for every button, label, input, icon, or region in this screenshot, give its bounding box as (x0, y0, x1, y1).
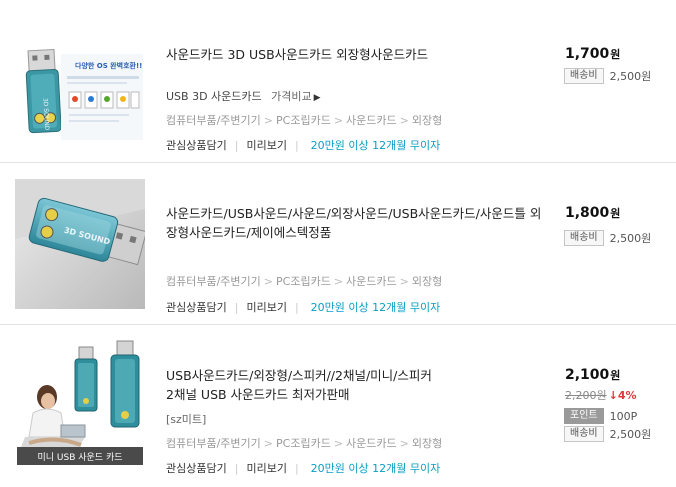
category-link[interactable]: 컴퓨터부품/주변기기 (166, 275, 261, 288)
shipping-info: 배송비 2,500원 (564, 426, 651, 442)
point-badge: 포인트 (564, 408, 604, 424)
product-item: 3D SOUND 다양한 OS 완벽호환!! 사운드카드 3D USB사운드카드… (0, 0, 676, 163)
model-name[interactable]: USB 3D 사운드카드 (166, 90, 262, 103)
category-path: 컴퓨터부품/주변기기 > PC조립카드 > 사운드카드 > 외장형 (166, 273, 442, 289)
chevron-right-icon: ▶ (313, 93, 321, 103)
discount-rate: ↓4% (608, 389, 637, 402)
product-item: 미니 USB 사운드 카드 USB사운드카드/외장형/스피커//2채널/미니/스… (0, 325, 676, 487)
original-price: 2,200원 ↓4% (565, 387, 637, 403)
category-link[interactable]: 컴퓨터부품/주변기기 (166, 437, 261, 450)
divider: | (294, 301, 299, 314)
product-title[interactable]: 사운드카드/USB사운드/사운드/외장사운드/USB사운드카드/사운드틀 외장형… (166, 204, 546, 242)
price: 1,800원 (565, 205, 621, 221)
thumb-headline: 다양한 OS 완벽호환!! (75, 61, 142, 70)
shipping-badge: 배송비 (564, 426, 604, 442)
product-title[interactable]: 사운드카드 3D USB사운드카드 외장형사운드카드 (166, 45, 546, 64)
product-thumbnail[interactable]: 미니 USB 사운드 카드 (15, 339, 145, 469)
category-link[interactable]: PC조립카드 (276, 114, 331, 127)
shipping-fee: 2,500원 (609, 232, 652, 245)
item-actions: 관심상품담기 | 미리보기 | 20만원 이상 12개월 무이자 (166, 137, 440, 153)
preview-button[interactable]: 미리보기 (246, 301, 286, 314)
chevron-right-icon: > (399, 275, 409, 288)
category-link[interactable]: 사운드카드 (346, 437, 397, 450)
category-link[interactable]: 외장형 (412, 114, 442, 127)
shipping-fee: 2,500원 (609, 70, 652, 83)
category-link[interactable]: 외장형 (412, 275, 442, 288)
category-path: 컴퓨터부품/주변기기 > PC조립카드 > 사운드카드 > 외장형 (166, 112, 442, 128)
category-link[interactable]: PC조립카드 (276, 437, 331, 450)
category-link[interactable]: 사운드카드 (346, 114, 397, 127)
chevron-right-icon: > (333, 437, 344, 450)
chevron-right-icon: > (263, 437, 274, 450)
category-link[interactable]: 사운드카드 (346, 275, 397, 288)
chevron-right-icon: > (333, 114, 344, 127)
divider: | (234, 462, 239, 475)
price: 1,700원 (565, 46, 621, 62)
product-title[interactable]: USB사운드카드/외장형/스피커//2채널/미니/스피커 2채널 USB 사운드… (166, 366, 546, 404)
os-logos (68, 91, 140, 109)
shipping-badge: 배송비 (564, 68, 604, 84)
divider: | (234, 301, 239, 314)
category-path: 컴퓨터부품/주변기기 > PC조립카드 > 사운드카드 > 외장형 (166, 435, 442, 451)
product-thumbnail[interactable]: 3D SOUND 다양한 OS 완벽호환!! (15, 18, 145, 148)
compare-link[interactable]: 가격비교 ▶ (271, 90, 320, 103)
installment-info: 20만원 이상 12개월 무이자 (310, 301, 441, 314)
shipping-badge: 배송비 (564, 230, 604, 246)
category-link[interactable]: PC조립카드 (276, 275, 331, 288)
thumb-caption: 미니 USB 사운드 카드 (37, 452, 122, 463)
chevron-right-icon: > (263, 275, 274, 288)
chevron-right-icon: > (399, 437, 409, 450)
strike-price: 2,200원 (565, 389, 607, 402)
preview-button[interactable]: 미리보기 (246, 462, 286, 475)
chevron-right-icon: > (399, 114, 409, 127)
shipping-info: 배송비 2,500원 (564, 68, 651, 84)
category-link[interactable]: 컴퓨터부품/주변기기 (166, 114, 261, 127)
product-list: 3D SOUND 다양한 OS 완벽호환!! 사운드카드 3D USB사운드카드… (0, 0, 676, 487)
divider: | (234, 139, 239, 152)
shipping-fee: 2,500원 (609, 428, 652, 441)
wishlist-button[interactable]: 관심상품담기 (166, 139, 227, 152)
usb-soundcard-image: 3D SOUND (15, 179, 145, 309)
divider: | (294, 462, 299, 475)
chevron-right-icon: > (333, 275, 344, 288)
usb-soundcard-image: 3D SOUND 다양한 OS 완벽호환!! (15, 18, 145, 148)
item-actions: 관심상품담기 | 미리보기 | 20만원 이상 12개월 무이자 (166, 299, 440, 315)
wishlist-button[interactable]: 관심상품담기 (166, 301, 227, 314)
installment-info: 20만원 이상 12개월 무이자 (310, 139, 441, 152)
point-info: 포인트 100P (564, 408, 637, 424)
point-value: 100P (609, 409, 638, 423)
seller-name[interactable]: [sz미트] (166, 411, 206, 427)
chevron-right-icon: > (263, 114, 274, 127)
item-actions: 관심상품담기 | 미리보기 | 20만원 이상 12개월 무이자 (166, 460, 440, 476)
price: 2,100원 (565, 367, 621, 383)
usb-soundcard-image: 미니 USB 사운드 카드 (15, 339, 145, 469)
product-item: 3D SOUND 사운드카드/USB사운드/사운드/외장사운드/USB사운드카드… (0, 163, 676, 325)
installment-info: 20만원 이상 12개월 무이자 (310, 462, 441, 475)
category-link[interactable]: 외장형 (412, 437, 442, 450)
product-sub-info: USB 3D 사운드카드 가격비교 ▶ (166, 88, 321, 104)
wishlist-button[interactable]: 관심상품담기 (166, 462, 227, 475)
divider: | (294, 139, 299, 152)
shipping-info: 배송비 2,500원 (564, 230, 651, 246)
product-thumbnail[interactable]: 3D SOUND (15, 179, 145, 309)
preview-button[interactable]: 미리보기 (246, 139, 286, 152)
